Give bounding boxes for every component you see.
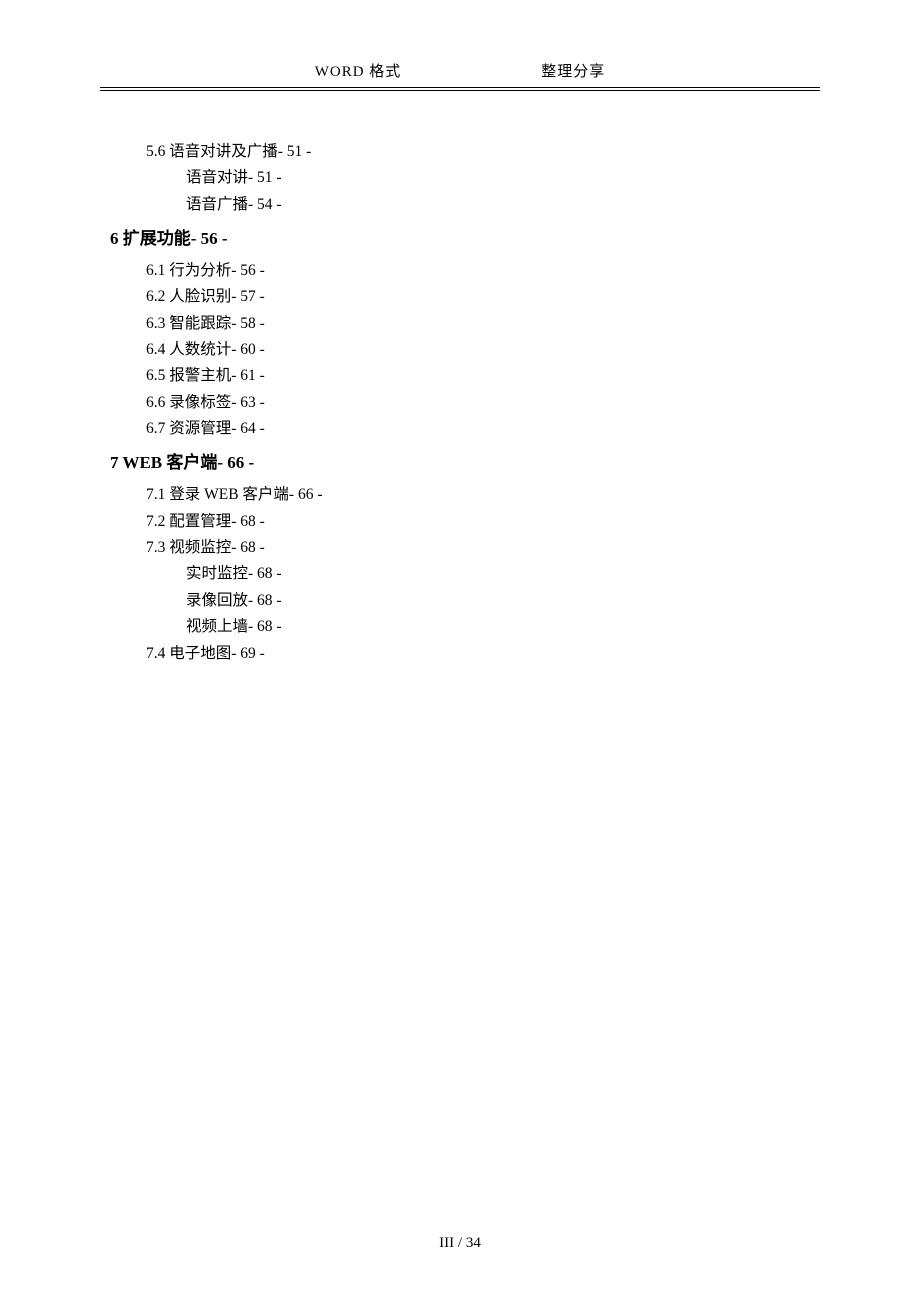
- toc-entry: 录像回放- 68 -: [186, 588, 820, 614]
- header-left: WORD 格式: [315, 60, 402, 81]
- page-footer: III / 34: [0, 1235, 920, 1252]
- toc-entry: 实时监控- 68 -: [186, 561, 820, 587]
- header-right: 整理分享: [541, 60, 605, 81]
- toc-entry: 6.3 智能跟踪- 58 -: [146, 311, 820, 337]
- toc-content: 5.6 语音对讲及广播- 51 - 语音对讲- 51 - 语音广播- 54 - …: [100, 139, 820, 667]
- header-rule: [100, 90, 820, 91]
- toc-heading: 7 WEB 客户端- 66 -: [110, 446, 820, 480]
- toc-entry: 7.4 电子地图- 69 -: [146, 641, 820, 667]
- toc-entry: 7.2 配置管理- 68 -: [146, 509, 820, 535]
- page: WORD 格式 整理分享 5.6 语音对讲及广播- 51 - 语音对讲- 51 …: [0, 0, 920, 667]
- page-header: WORD 格式 整理分享: [100, 60, 820, 81]
- toc-entry: 7.1 登录 WEB 客户端- 66 -: [146, 482, 820, 508]
- toc-entry: 6.1 行为分析- 56 -: [146, 258, 820, 284]
- toc-entry: 语音广播- 54 -: [186, 192, 820, 218]
- toc-entry: 6.7 资源管理- 64 -: [146, 416, 820, 442]
- header-rule: [100, 87, 820, 88]
- toc-entry: 6.4 人数统计- 60 -: [146, 337, 820, 363]
- toc-entry: 语音对讲- 51 -: [186, 165, 820, 191]
- toc-entry: 6.2 人脸识别- 57 -: [146, 284, 820, 310]
- toc-entry: 视频上墙- 68 -: [186, 614, 820, 640]
- toc-heading: 6 扩展功能- 56 -: [110, 222, 820, 256]
- toc-entry: 6.5 报警主机- 61 -: [146, 363, 820, 389]
- toc-entry: 7.3 视频监控- 68 -: [146, 535, 820, 561]
- toc-entry: 6.6 录像标签- 63 -: [146, 390, 820, 416]
- toc-entry: 5.6 语音对讲及广播- 51 -: [146, 139, 820, 165]
